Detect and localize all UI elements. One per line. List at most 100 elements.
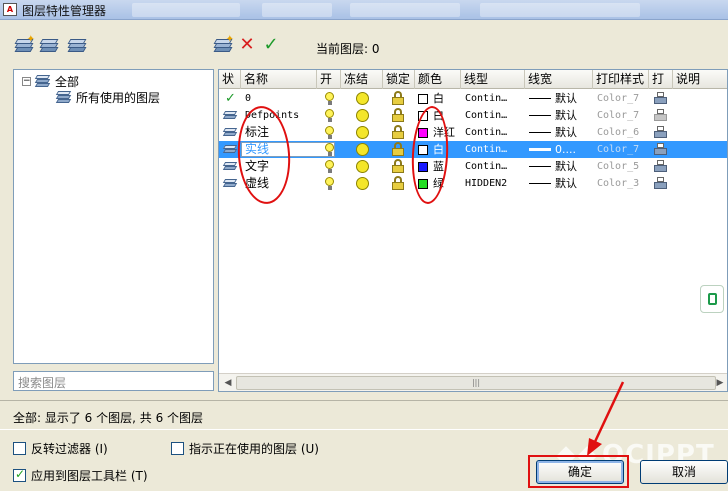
new-property-filter-button[interactable]: ✦ [13,34,35,56]
col-plot[interactable]: 打 [649,70,673,89]
col-linetype[interactable]: 线型 [461,70,525,89]
layers-icon [34,74,52,88]
linetype[interactable]: Contin… [465,90,507,107]
col-color[interactable]: 颜色 [415,70,461,89]
unlocked-icon[interactable] [391,159,405,174]
unlocked-icon[interactable] [391,142,405,157]
sun-thawed-icon[interactable] [356,92,369,105]
delete-x-icon: ✕ [239,34,255,55]
linetype[interactable]: Contin… [465,158,507,175]
new-layer-button[interactable]: ✦ [212,34,234,56]
unlocked-icon[interactable] [391,125,405,140]
set-current-button[interactable]: ✓ [260,34,282,56]
printer-icon[interactable] [654,143,667,156]
lightbulb-on-icon[interactable] [325,92,334,105]
col-plot-style[interactable]: 打印样式 [593,70,649,89]
scroll-right-arrow-icon[interactable]: ▶ [713,376,727,390]
sun-thawed-icon[interactable] [356,177,369,190]
layer-list[interactable]: 状 名称 开 冻结 锁定 颜色 线型 线宽 打印样式 打 说明 ✓ 0 白 Co… [218,69,728,392]
blurred-background [480,3,640,17]
lightbulb-on-icon[interactable] [325,126,334,139]
lineweight[interactable]: 默认 [555,158,577,175]
printer-icon[interactable] [654,92,667,105]
delete-layer-button[interactable]: ✕ [236,34,258,56]
lightbulb-on-icon[interactable] [325,143,334,156]
layers-icon [55,90,73,104]
layer-row[interactable]: 文字 蓝 Contin… 默认 Color_5 [219,158,727,175]
scroll-left-arrow-icon[interactable]: ◀ [221,376,235,390]
search-layers-input[interactable]: 搜索图层 [13,371,214,391]
color-name[interactable]: 白 [433,90,444,107]
scrollbar-thumb[interactable]: ||| [236,376,716,390]
blurred-background [132,3,240,17]
tree-item-used-layers[interactable]: 所有使用的图层 [55,89,160,105]
lineweight[interactable]: 默认 [555,107,577,124]
cancel-button[interactable]: 取消 [640,460,728,484]
lineweight[interactable]: 默认 [555,90,577,107]
checkbox-box[interactable] [171,442,184,455]
red-arrow-annotation [587,381,625,456]
invert-filter-checkbox[interactable]: 反转过滤器 (I) [13,440,108,457]
lineweight-sample [529,98,551,99]
col-lineweight[interactable]: 线宽 [525,70,593,89]
filter-tree[interactable]: − 全部 所有使用的图层 [13,69,214,364]
lineweight-sample [529,166,551,167]
sun-thawed-icon[interactable] [356,109,369,122]
title-bar: A 图层特性管理器 [0,0,728,20]
new-group-filter-button[interactable] [38,34,60,56]
red-highlight-box-ok [528,455,629,488]
checkbox-box[interactable] [13,467,26,482]
col-name[interactable]: 名称 [241,70,317,89]
lineweight[interactable]: 0.... [555,141,576,158]
status-text: 全部: 显示了 6 个图层, 共 6 个图层 [13,411,204,425]
linetype[interactable]: Contin… [465,124,507,141]
linetype[interactable]: Contin… [465,107,507,124]
unlocked-icon[interactable] [391,91,405,106]
layer-row-selected[interactable]: 实线 白 Contin… 0.... Color_7 [219,141,727,158]
lightbulb-on-icon[interactable] [325,177,334,190]
layer-states-manager-button[interactable] [66,34,88,56]
layer-states-icon [67,37,87,53]
collapse-icon[interactable]: − [22,76,31,86]
unlocked-icon[interactable] [391,108,405,123]
color-swatch[interactable] [418,94,428,104]
checkbox-label: 指示正在使用的图层 (U) [189,442,319,456]
sun-thawed-icon[interactable] [356,160,369,173]
printer-disabled-icon[interactable] [654,109,667,122]
sun-thawed-icon[interactable] [356,143,369,156]
col-on[interactable]: 开 [317,70,341,89]
indicate-in-use-checkbox[interactable]: 指示正在使用的图层 (U) [171,440,319,457]
printer-icon[interactable] [654,177,667,190]
col-description[interactable]: 说明 [673,70,727,89]
apply-to-toolbar-checkbox[interactable]: 应用到图层工具栏 (T) [13,467,148,484]
layer-row[interactable]: ✓ 0 白 Contin… 默认 Color_7 [219,90,727,107]
lineweight[interactable]: 默认 [555,175,577,192]
lineweight-sample [529,132,551,133]
col-status[interactable]: 状 [219,70,241,89]
sun-thawed-icon[interactable] [356,126,369,139]
tree-item-all[interactable]: − 全部 [22,73,79,89]
side-tool-icon[interactable] [700,285,724,313]
lightbulb-on-icon[interactable] [325,109,334,122]
checkbox-box[interactable] [13,442,26,455]
lineweight[interactable]: 默认 [555,124,577,141]
printer-icon[interactable] [654,160,667,173]
layer-icon [222,162,238,170]
layer-row[interactable]: 标注 洋红 Contin… 默认 Color_6 [219,124,727,141]
plot-style: Color_3 [597,178,640,189]
linetype[interactable]: Contin… [465,141,507,158]
current-layer-label: 当前图层: 0 [316,42,380,56]
linetype[interactable]: HIDDEN2 [465,175,507,192]
layer-icon [222,111,238,119]
layer-group-icon [39,37,59,53]
col-lock[interactable]: 锁定 [383,70,415,89]
col-freeze[interactable]: 冻结 [341,70,383,89]
layer-row[interactable]: Defpoints 白 Contin… 默认 Color_7 [219,107,727,124]
lightbulb-on-icon[interactable] [325,160,334,173]
horizontal-scrollbar[interactable]: ◀ ||| ▶ [219,373,727,391]
unlocked-icon[interactable] [391,176,405,191]
layer-row[interactable]: 虚线 绿 HIDDEN2 默认 Color_3 [219,175,727,192]
column-headers: 状 名称 开 冻结 锁定 颜色 线型 线宽 打印样式 打 说明 [219,70,727,89]
layer-name[interactable]: 0 [245,90,251,107]
printer-icon[interactable] [654,126,667,139]
